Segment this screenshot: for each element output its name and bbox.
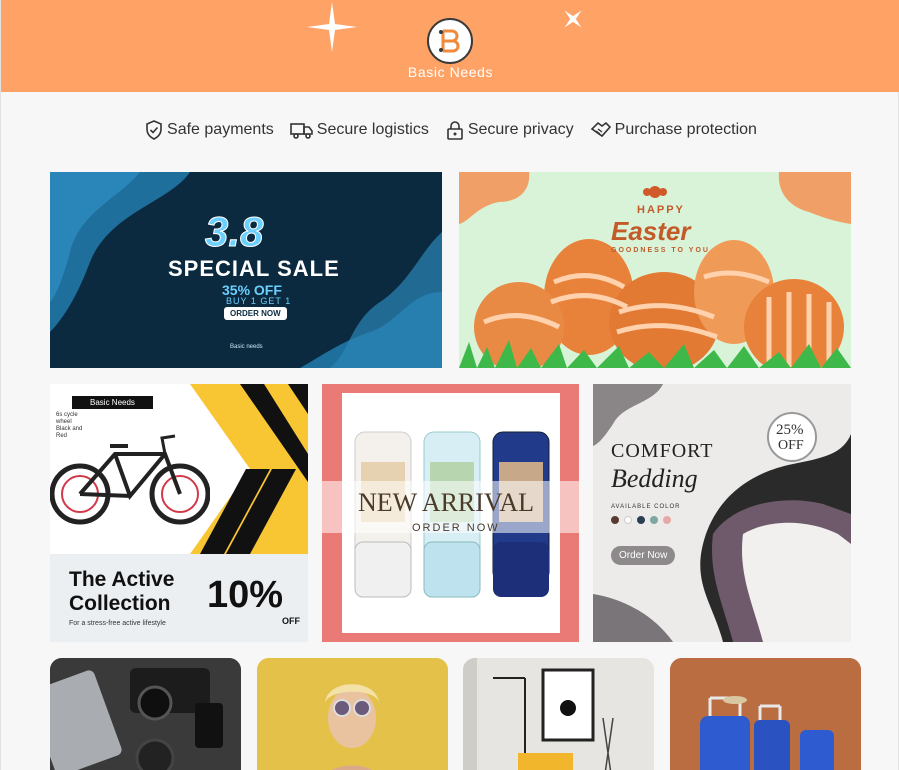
trust-bar: Safe payments Secure logistics Secure pr… (1, 116, 899, 144)
lock-icon (447, 121, 463, 140)
luggage-illustration (670, 658, 861, 770)
product-tile-fashion[interactable] (257, 658, 448, 770)
bicycle-illustration (50, 434, 210, 525)
color-swatch[interactable] (650, 516, 658, 524)
active-collection-banner[interactable]: Basic Needs 6s cycle wheel Black and Red… (50, 384, 308, 642)
trust-label: Secure privacy (467, 121, 574, 138)
color-swatch[interactable] (611, 516, 619, 524)
bike-spec: 6s cycle wheel Black and Red (56, 412, 83, 439)
comfort-bedding-banner[interactable]: COMFORT Bedding 25% OFF AVAILABLE COLOR … (593, 384, 851, 642)
bike-tag: Basic Needs (72, 396, 153, 409)
bedding-badge-pct: 25% (776, 422, 804, 438)
product-tile-camera[interactable] (50, 658, 241, 770)
bedding-title1: COMFORT (611, 440, 714, 462)
truck-icon (289, 123, 313, 139)
bike-title-line2: Collection (69, 592, 171, 615)
site-header: Basic Needs (1, 0, 899, 92)
trust-label: Purchase protection (614, 121, 757, 138)
camera-flatlay-illustration (50, 658, 241, 770)
trust-label: Safe payments (167, 121, 274, 138)
special-sale-banner[interactable]: 3.8 SPECIAL SALE 35% OFF BUY 1 GET 1 ORD… (50, 172, 442, 368)
bike-tagline: For a stress-free active lifestyle (69, 620, 166, 627)
brand-name[interactable]: Basic Needs (1, 64, 899, 80)
product-tile-luggage[interactable] (670, 658, 861, 770)
easter-eggs-illustration (459, 172, 851, 368)
shield-check-icon (146, 120, 162, 140)
trust-item-logistics: Secure logistics (289, 120, 429, 140)
bedding-title2: Bedding (611, 464, 698, 493)
sale-offer: BUY 1 GET 1 (226, 296, 292, 306)
easter-banner[interactable]: HAPPY Easter GOODNESS TO YOU (459, 172, 851, 368)
logo-b-icon (439, 29, 460, 53)
sale-headline: 3.8 (204, 208, 264, 256)
bike-title-line1: The Active (69, 568, 175, 591)
trust-item-payments: Safe payments (144, 120, 274, 140)
product-tile-interior[interactable] (463, 658, 654, 770)
bedding-badge-off: OFF (778, 438, 804, 453)
color-swatch[interactable] (637, 516, 645, 524)
trust-item-protection: Purchase protection (590, 120, 757, 140)
sale-footer: Basic needs (230, 344, 263, 350)
easter-kicker: HAPPY (637, 204, 685, 216)
trust-label: Secure logistics (316, 121, 429, 138)
color-swatch[interactable] (624, 516, 632, 524)
arrival-title: NEW ARRIVAL (358, 488, 534, 517)
color-swatch[interactable] (663, 516, 671, 524)
handshake-icon (590, 121, 611, 138)
color-swatches (611, 516, 671, 524)
bedding-available: AVAILABLE COLOR (611, 504, 681, 510)
sparkle-icon (564, 10, 582, 28)
arrival-cta[interactable]: ORDER NOW (412, 522, 500, 534)
easter-subtitle: GOODNESS TO YOU (611, 247, 710, 254)
new-arrival-banner[interactable]: NEW ARRIVAL ORDER NOW (322, 384, 579, 642)
home-interior-illustration (463, 658, 654, 770)
bike-percent: 10% (207, 574, 284, 616)
fashion-model-illustration (257, 658, 448, 770)
sale-title: SPECIAL SALE (168, 256, 340, 281)
sparkle-icon (307, 2, 357, 52)
sale-cta[interactable]: ORDER NOW (224, 307, 287, 320)
bedding-cta[interactable]: Order Now (611, 546, 676, 565)
easter-title: Easter (611, 216, 691, 246)
trust-item-privacy: Secure privacy (445, 120, 574, 140)
brand-logo[interactable] (427, 18, 473, 64)
bedding-scene (593, 384, 851, 642)
bike-off: OFF (282, 616, 300, 626)
